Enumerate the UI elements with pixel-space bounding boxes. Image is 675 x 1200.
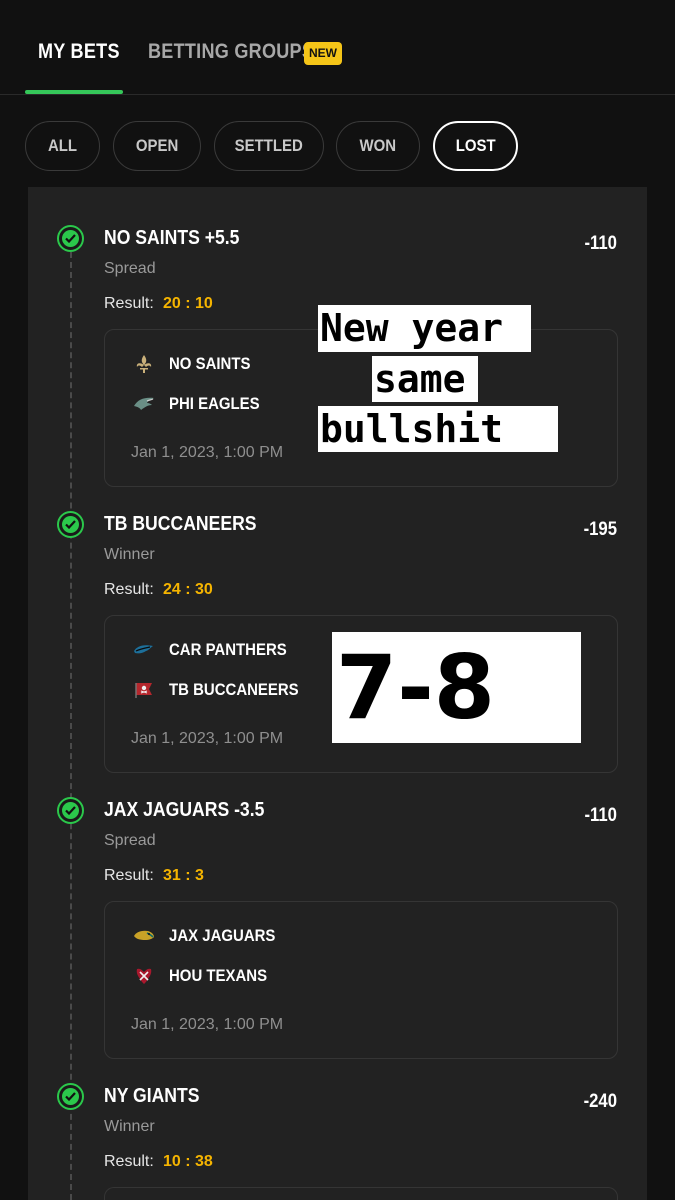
check-circle-icon xyxy=(57,225,84,252)
team-row: TB BUCCANEERS xyxy=(133,678,316,702)
result-score: 10 : 38 xyxy=(163,1153,213,1170)
match-date: Jan 1, 2023, 1:00 PM xyxy=(131,1016,284,1033)
bet-odds: -110 xyxy=(584,233,617,254)
bet-type: Winner xyxy=(104,546,155,563)
filter-chip-settled[interactable]: SETTLED xyxy=(214,121,324,171)
bet-title: NY GIANTS xyxy=(104,1085,200,1107)
result-label: Result: xyxy=(104,867,154,884)
saints-fleur-de-lis-icon xyxy=(133,353,155,375)
jaguars-icon xyxy=(133,925,155,947)
team-row: NO SAINTS xyxy=(133,352,262,376)
bet-odds: -195 xyxy=(583,519,617,540)
new-badge: NEW xyxy=(304,42,342,65)
team-row: JAX JAGUARS xyxy=(133,924,290,948)
bet-title: NO SAINTS +5.5 xyxy=(104,227,240,249)
filter-chip-won[interactable]: WON xyxy=(336,121,420,171)
match-details-box[interactable]: JAX JAGUARS HOU TEXANS Jan 1, 2023, 1:00… xyxy=(104,901,618,1059)
panthers-icon xyxy=(133,639,155,661)
team-row: HOU TEXANS xyxy=(133,964,280,988)
team-name: CAR PANTHERS xyxy=(169,640,287,659)
result-label: Result: xyxy=(104,581,154,598)
result-label: Result: xyxy=(104,1153,154,1170)
caption-sticker-line-1: New year xyxy=(318,305,531,352)
filter-chip-label: SETTLED xyxy=(234,136,304,155)
match-date: Jan 1, 2023, 1:00 PM xyxy=(131,444,284,461)
check-circle-icon xyxy=(57,797,84,824)
bet-title: TB BUCCANEERS xyxy=(104,513,257,535)
result-score: 31 : 3 xyxy=(163,867,204,884)
filter-chip-lost[interactable]: LOST xyxy=(433,121,518,171)
active-tab-indicator xyxy=(25,90,123,94)
caption-sticker-line-2: same xyxy=(372,356,478,402)
team-name: NO SAINTS xyxy=(169,354,251,373)
team-row: PHI EAGLES xyxy=(133,392,272,416)
team-name: TB BUCCANEERS xyxy=(169,680,299,699)
team-name: HOU TEXANS xyxy=(169,966,268,985)
bet-card[interactable]: JAX JAGUARS -3.5 -110 Spread Result: 31 … xyxy=(0,797,675,1067)
filter-chip-label: WON xyxy=(359,136,397,155)
result-score: 24 : 30 xyxy=(163,581,213,598)
check-circle-icon xyxy=(57,511,84,538)
bet-type: Spread xyxy=(104,832,156,849)
top-nav: MY BETS BETTING GROUPS NEW xyxy=(0,0,675,95)
bet-card[interactable]: NO SAINTS +5.5 -110 Spread Result: 20 : … xyxy=(0,225,675,495)
filter-chip-label: LOST xyxy=(455,136,496,155)
bet-type: Winner xyxy=(104,1118,155,1135)
result-label: Result: xyxy=(104,295,154,312)
team-row: CAR PANTHERS xyxy=(133,638,303,662)
record-sticker: 7-8 xyxy=(332,632,581,743)
match-details-box[interactable] xyxy=(104,1187,618,1200)
eagles-icon xyxy=(133,393,155,415)
bet-odds: -240 xyxy=(583,1091,617,1112)
result-score: 20 : 10 xyxy=(163,295,213,312)
texans-icon xyxy=(133,965,155,987)
caption-sticker-line-3: bullshit xyxy=(318,406,558,452)
filter-chip-all[interactable]: ALL xyxy=(25,121,100,171)
bet-type: Spread xyxy=(104,260,156,277)
bet-odds: -110 xyxy=(584,805,617,826)
team-name: JAX JAGUARS xyxy=(169,926,276,945)
filter-chip-label: OPEN xyxy=(135,136,179,155)
buccaneers-flag-icon xyxy=(133,679,155,701)
bet-card[interactable]: NY GIANTS -240 Winner Result: 10 : 38 xyxy=(0,1083,675,1200)
tab-my-bets[interactable]: MY BETS xyxy=(38,40,120,64)
filter-chip-open[interactable]: OPEN xyxy=(113,121,201,171)
my-bets-screen: MY BETS BETTING GROUPS NEW ALL OPEN SETT… xyxy=(0,0,675,1200)
check-circle-icon xyxy=(57,1083,84,1110)
bet-title: JAX JAGUARS -3.5 xyxy=(104,799,265,821)
tab-betting-groups[interactable]: BETTING GROUPS xyxy=(148,40,314,64)
team-name: PHI EAGLES xyxy=(169,394,260,413)
filter-chip-label: ALL xyxy=(47,136,78,155)
match-date: Jan 1, 2023, 1:00 PM xyxy=(131,730,284,747)
